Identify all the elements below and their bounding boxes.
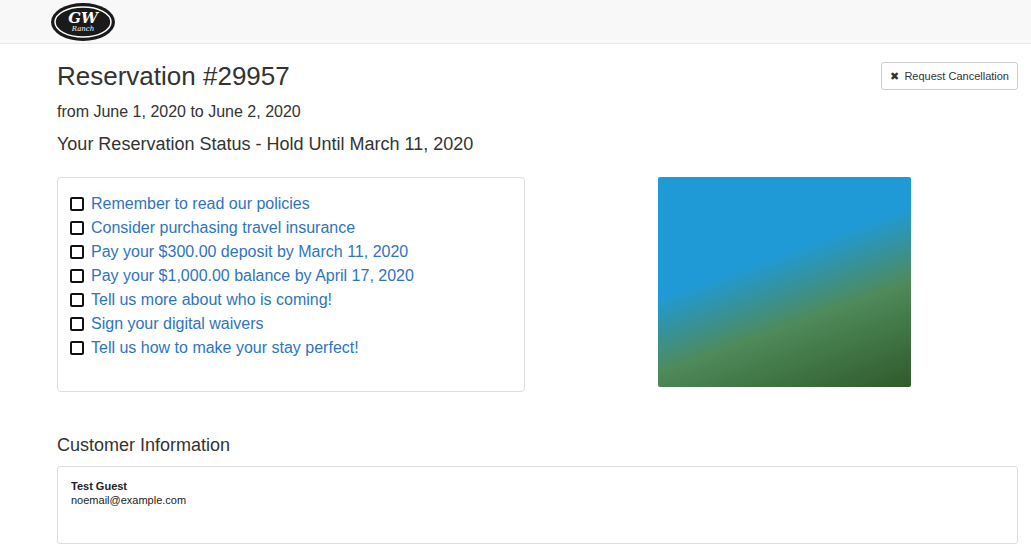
travel-insurance-ad[interactable] (658, 177, 911, 387)
customer-panel: Test Guestnoemail@example.com (57, 466, 1018, 544)
customer-email: noemail@example.com (71, 493, 1004, 507)
checklist-item[interactable]: Consider purchasing travel insurance (70, 216, 516, 240)
navbar: GWRanch (0, 0, 1031, 44)
checklist-panel: Remember to read our policies Consider pu… (57, 177, 525, 392)
checklist-link[interactable]: Sign your digital waivers (91, 314, 264, 334)
checklist-item[interactable]: Pay your $300.00 deposit by March 11, 20… (70, 240, 516, 264)
checklist-item[interactable]: Tell us more about who is coming! (70, 288, 516, 312)
checkbox[interactable] (70, 197, 84, 211)
reservation-header: Reservation #29957 ✖Request Cancellation (57, 60, 1018, 92)
logo[interactable]: GWRanch (50, 2, 116, 42)
checkbox[interactable] (70, 293, 84, 307)
checklist-link[interactable]: Tell us more about who is coming! (91, 290, 332, 310)
logo-text: GWRanch (50, 2, 116, 42)
checkbox[interactable] (70, 341, 84, 355)
status-row: Remember to read our policies Consider pu… (57, 177, 1018, 392)
checkbox[interactable] (70, 221, 84, 235)
checklist-item[interactable]: Remember to read our policies (70, 192, 516, 216)
checklist-item[interactable]: Sign your digital waivers (70, 312, 516, 336)
checklist-link[interactable]: Consider purchasing travel insurance (91, 218, 355, 238)
customer-name: Test Guest (71, 479, 1004, 493)
request-cancellation-button[interactable]: ✖Request Cancellation (881, 62, 1018, 90)
close-icon: ✖ (890, 68, 899, 85)
checklist-item[interactable]: Pay your $1,000.00 balance by April 17, … (70, 264, 516, 288)
checklist-link[interactable]: Pay your $300.00 deposit by March 11, 20… (91, 242, 408, 262)
checkbox[interactable] (70, 317, 84, 331)
checklist-item[interactable]: Tell us how to make your stay perfect! (70, 336, 516, 360)
main-content: Reservation #29957 ✖Request Cancellation f… (0, 44, 1018, 544)
reservation-title: Reservation #29957 (57, 60, 290, 92)
status-heading: Your Reservation Status - Hold Until Mar… (57, 132, 1018, 156)
checkbox[interactable] (70, 269, 84, 283)
checkbox[interactable] (70, 245, 84, 259)
checklist-link[interactable]: Remember to read our policies (91, 194, 310, 214)
checklist-link[interactable]: Pay your $1,000.00 balance by April 17, … (91, 266, 414, 286)
checklist-link[interactable]: Tell us how to make your stay perfect! (91, 338, 359, 358)
customer-heading: Customer Information (57, 433, 1018, 457)
reservation-dates: from June 1, 2020 to June 2, 2020 (57, 101, 1018, 123)
